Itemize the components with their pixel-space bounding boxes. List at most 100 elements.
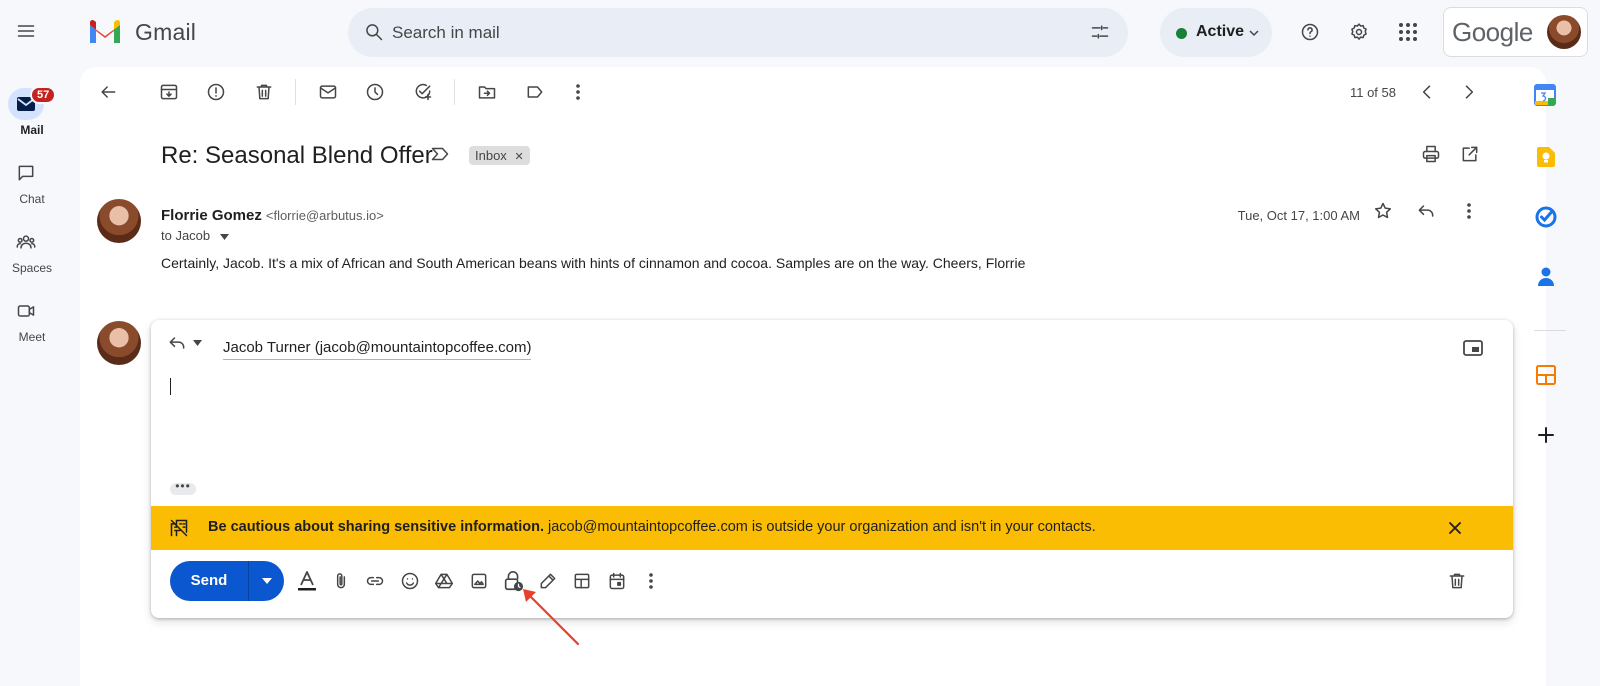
add-task-icon	[415, 83, 432, 101]
video-camera-icon	[17, 305, 35, 317]
attach-files-button[interactable]	[323, 563, 359, 599]
account-avatar[interactable]	[1547, 15, 1581, 49]
arrow-back-icon	[101, 86, 116, 98]
tasks-app-icon[interactable]	[1535, 206, 1557, 228]
warning-title: Be cautious about sharing sensitive info…	[208, 519, 544, 535]
sender-email: <florrie@arbutus.io>	[265, 208, 384, 223]
account-switcher[interactable]: Google	[1443, 7, 1588, 57]
trash-icon	[1449, 573, 1465, 589]
settings-button[interactable]	[1341, 14, 1377, 50]
rail-meet-button[interactable]	[8, 295, 44, 327]
status-selector[interactable]: Active	[1160, 8, 1272, 57]
rail-chat-label: Chat	[19, 192, 45, 206]
reply-icon	[169, 337, 185, 349]
print-all-button[interactable]	[1413, 136, 1449, 172]
keep-app-icon[interactable]	[1536, 146, 1556, 168]
chevron-down-icon	[219, 233, 229, 240]
send-button[interactable]: Send	[170, 561, 248, 601]
toolbar-divider	[295, 79, 296, 105]
reply-composer: Jacob Turner (jacob@mountaintopcoffee.co…	[151, 320, 1513, 618]
rail-spaces-button[interactable]	[8, 226, 44, 258]
importance-marker-icon[interactable]	[431, 147, 449, 161]
insert-drive-button[interactable]	[426, 563, 462, 599]
status-dot	[1176, 28, 1187, 39]
inbox-label-chip[interactable]: Inbox ✕	[469, 146, 530, 165]
pop-out-reply-button[interactable]	[1455, 330, 1491, 366]
open-in-new-icon	[1462, 146, 1478, 162]
back-button[interactable]	[90, 74, 126, 110]
sender-avatar[interactable]	[97, 199, 141, 243]
photo-icon	[471, 573, 487, 589]
domain-disabled-icon	[170, 519, 188, 537]
recipients-toggle[interactable]: to Jacob	[161, 228, 229, 243]
insert-link-button[interactable]	[357, 563, 393, 599]
move-to-button[interactable]	[469, 74, 505, 110]
send-options-button[interactable]	[250, 561, 284, 601]
discard-draft-button[interactable]	[1439, 563, 1475, 599]
rail-mail-label: Mail	[20, 123, 44, 137]
open-new-window-button[interactable]	[1452, 136, 1488, 172]
external-recipient-warning: Be cautious about sharing sensitive info…	[151, 506, 1513, 550]
search-input[interactable]: Search in mail	[392, 23, 500, 43]
message-more-button[interactable]	[1451, 193, 1487, 229]
formatting-options-button[interactable]	[289, 563, 325, 599]
set-up-time-button[interactable]	[599, 563, 635, 599]
show-trimmed-content-button[interactable]: •••	[170, 480, 196, 495]
add-addon-icon[interactable]	[1537, 426, 1555, 444]
reply-type-selector[interactable]	[167, 333, 202, 353]
newer-button[interactable]	[1409, 74, 1445, 110]
report-spam-button[interactable]	[198, 74, 234, 110]
reply-avatar	[97, 321, 141, 365]
older-button[interactable]	[1451, 74, 1487, 110]
annotation-arrow	[523, 589, 580, 646]
insert-photo-button[interactable]	[461, 563, 497, 599]
main-menu-button[interactable]	[8, 13, 44, 49]
more-vert-icon	[1467, 203, 1471, 219]
chat-icon	[18, 165, 34, 181]
snooze-button[interactable]	[357, 74, 393, 110]
add-task-button[interactable]	[405, 74, 441, 110]
warning-message: Be cautious about sharing sensitive info…	[208, 519, 1096, 535]
clock-icon	[366, 83, 384, 101]
search-icon	[366, 24, 383, 41]
rail-chat-button[interactable]	[8, 157, 44, 189]
recipient-field[interactable]: Jacob Turner (jacob@mountaintopcoffee.co…	[223, 339, 532, 360]
dismiss-warning-button[interactable]	[1437, 510, 1473, 546]
message-body-editor[interactable]	[167, 365, 1487, 475]
star-button[interactable]	[1365, 193, 1401, 229]
archive-button[interactable]	[151, 74, 187, 110]
message-timestamp: Tue, Oct 17, 1:00 AM	[1237, 208, 1360, 223]
rail-spaces-label: Spaces	[11, 261, 53, 275]
calendar-icon	[609, 572, 625, 590]
search-bar[interactable]: Search in mail	[348, 8, 1128, 57]
search-options-button[interactable]	[1082, 14, 1118, 50]
text-format-icon	[298, 571, 316, 591]
support-button[interactable]	[1292, 14, 1328, 50]
labels-button[interactable]	[517, 74, 553, 110]
warning-details: jacob@mountaintopcoffee.com is outside y…	[543, 519, 1096, 535]
link-icon	[366, 576, 384, 586]
delete-button[interactable]	[246, 74, 282, 110]
apps-button[interactable]	[1390, 14, 1426, 50]
message-view: 11 of 58 Re: Seasonal Blend Offer Inbox …	[80, 67, 1546, 686]
chevron-down-icon	[1249, 30, 1259, 37]
inbox-label-text: Inbox	[475, 148, 507, 163]
email-subject: Re: Seasonal Blend Offer	[161, 142, 433, 169]
reply-button[interactable]	[1408, 193, 1444, 229]
unread-count-badge: 57	[30, 86, 57, 104]
pagination-count: 11 of 58	[1349, 85, 1396, 100]
more-compose-options-button[interactable]	[633, 563, 669, 599]
gmail-logo-icon	[90, 20, 120, 43]
star-icon	[1374, 202, 1392, 219]
remove-label-icon[interactable]: ✕	[514, 151, 523, 163]
label-icon	[527, 86, 543, 98]
archive-icon	[160, 84, 178, 100]
more-options-button[interactable]	[560, 74, 596, 110]
more-vert-icon	[576, 84, 580, 100]
calendar-app-icon[interactable]	[1534, 84, 1556, 106]
contacts-app-icon[interactable]	[1536, 266, 1556, 288]
mark-unread-button[interactable]	[310, 74, 346, 110]
addon-app-icon[interactable]	[1535, 364, 1557, 386]
mail-outline-icon	[319, 85, 337, 99]
insert-emoji-button[interactable]	[392, 563, 428, 599]
